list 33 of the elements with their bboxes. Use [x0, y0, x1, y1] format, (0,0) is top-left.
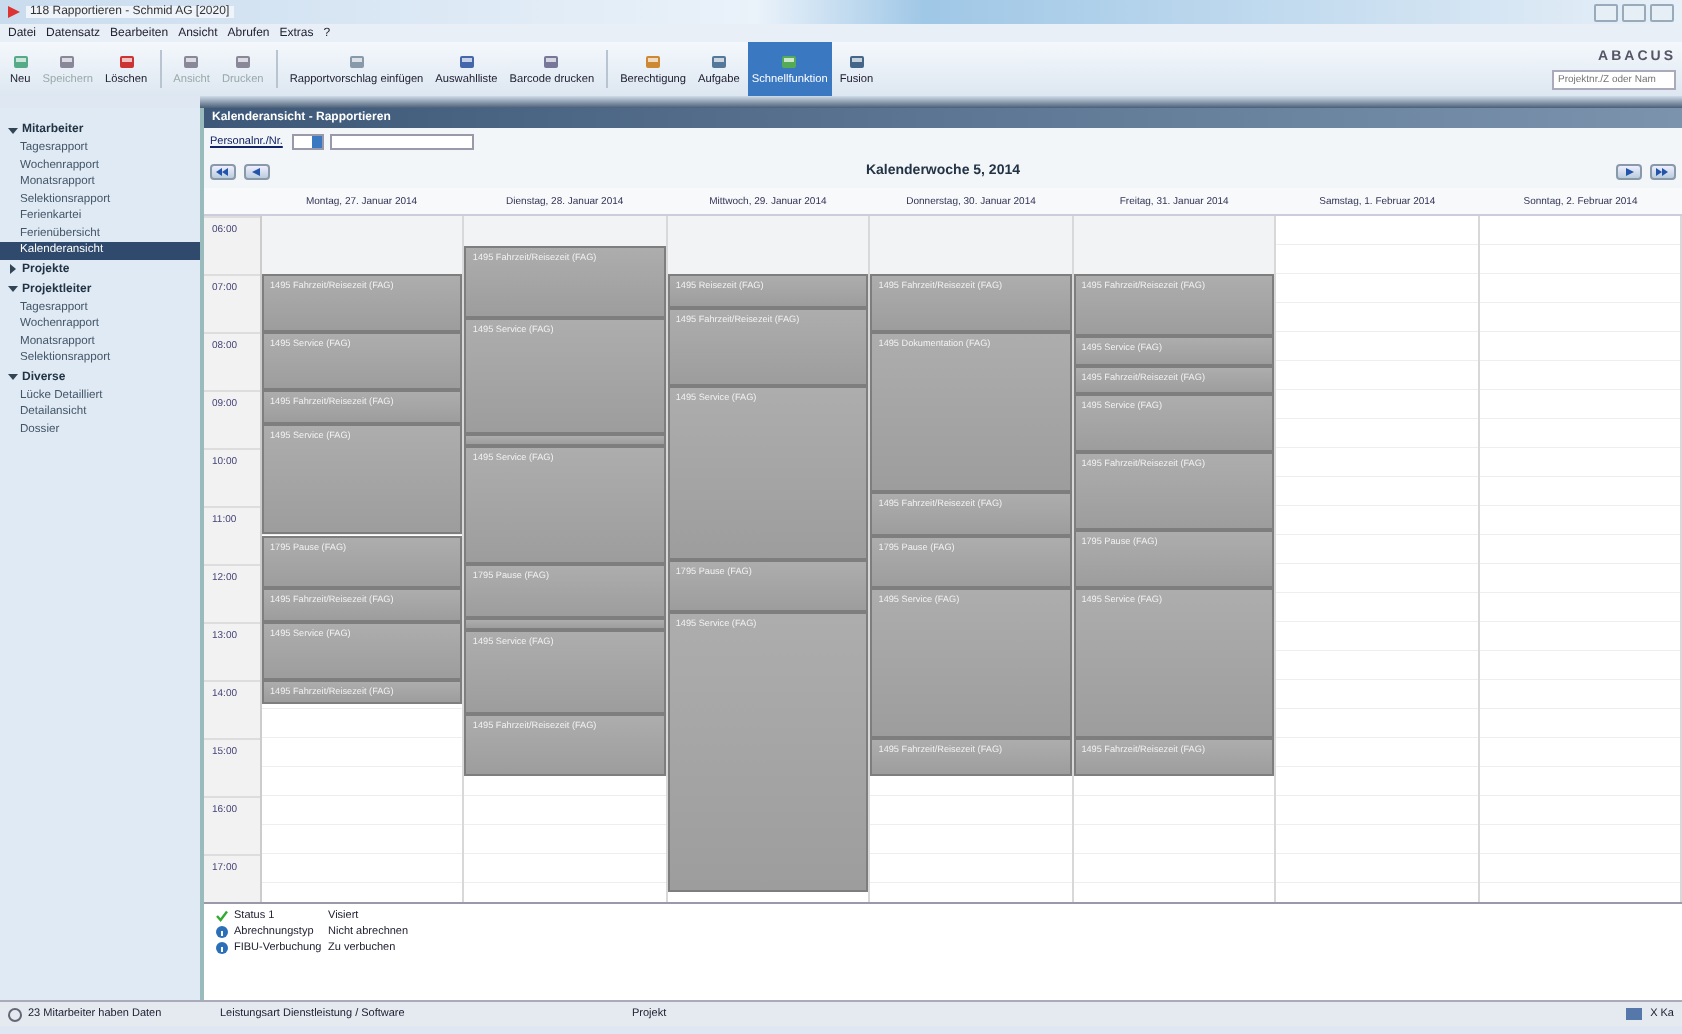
maximize-button[interactable] — [1622, 3, 1646, 21]
caret-right-icon — [8, 264, 18, 274]
toolbar-icon — [182, 53, 201, 69]
next-week-button[interactable] — [1616, 163, 1642, 179]
check-icon — [216, 909, 228, 921]
toolbar-icon — [117, 53, 136, 69]
toolbar-icon — [233, 53, 252, 69]
minimize-button[interactable] — [1594, 3, 1618, 21]
caret-down-icon — [8, 372, 18, 382]
right-arrow-icon — [1624, 167, 1634, 175]
info-icon — [216, 925, 228, 937]
double-left-arrow-icon — [216, 167, 230, 175]
toolbar-icon — [457, 53, 476, 69]
toolbar-icon — [11, 53, 30, 69]
left-arrow-icon — [252, 167, 262, 175]
name-field[interactable] — [330, 133, 475, 149]
app-icon — [8, 6, 20, 18]
number-field[interactable] — [292, 133, 325, 149]
toolbar-icon — [347, 53, 366, 69]
double-right-arrow-icon — [1656, 167, 1670, 175]
toolbar-icon — [644, 53, 663, 69]
toolbar-icon — [847, 53, 866, 69]
caret-down-icon — [8, 284, 18, 294]
next-month-button[interactable] — [1650, 163, 1676, 179]
toolbar-icon — [58, 53, 77, 69]
toolbar-icon — [709, 53, 728, 69]
caret-down-icon — [8, 125, 18, 135]
info-icon — [216, 941, 228, 953]
toolbar-icon — [780, 53, 799, 69]
toolbar-icon — [542, 53, 561, 69]
previous-week-button[interactable] — [244, 163, 270, 179]
close-button[interactable] — [1650, 3, 1674, 21]
previous-month-button[interactable] — [210, 163, 236, 179]
